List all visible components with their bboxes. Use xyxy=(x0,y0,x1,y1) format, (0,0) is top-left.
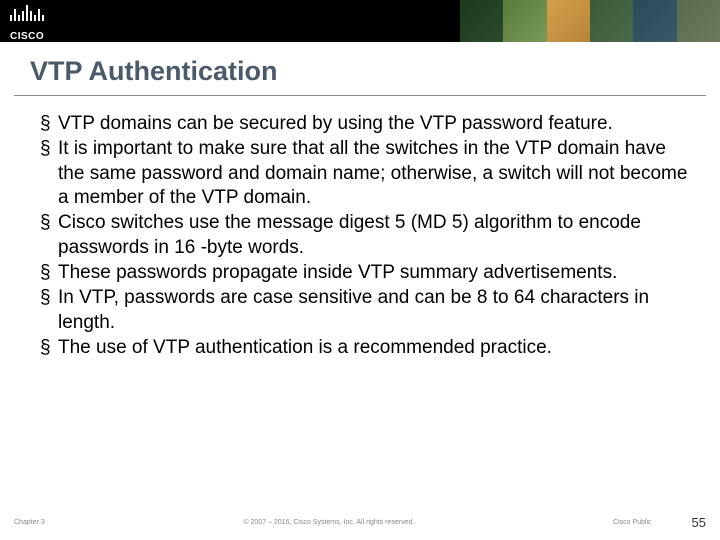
bullet-item: In VTP, passwords are case sensitive and… xyxy=(40,286,692,335)
people-banner-image xyxy=(460,0,720,42)
footer: Chapter 3 © 2007 – 2016, Cisco Systems, … xyxy=(0,515,720,530)
cisco-logo-icon xyxy=(10,1,44,21)
bullet-item: VTP domains can be secured by using the … xyxy=(40,112,692,136)
slide-content: VTP domains can be secured by using the … xyxy=(0,96,720,360)
slide-title: VTP Authentication xyxy=(0,42,720,91)
footer-classification: Cisco Public xyxy=(613,519,652,526)
bullet-item: The use of VTP authentication is a recom… xyxy=(40,336,692,360)
bullet-list: VTP domains can be secured by using the … xyxy=(40,112,692,360)
cisco-logo-text: CISCO xyxy=(10,31,44,42)
footer-copyright: © 2007 – 2016, Cisco Systems, Inc. All r… xyxy=(45,519,613,526)
header-bar: CISCO xyxy=(0,0,720,42)
footer-page-number: 55 xyxy=(692,515,706,530)
footer-chapter: Chapter 3 xyxy=(14,519,45,526)
bullet-item: It is important to make sure that all th… xyxy=(40,137,692,210)
bullet-item: Cisco switches use the message digest 5 … xyxy=(40,211,692,260)
bullet-item: These passwords propagate inside VTP sum… xyxy=(40,261,692,285)
cisco-logo: CISCO xyxy=(0,0,44,42)
